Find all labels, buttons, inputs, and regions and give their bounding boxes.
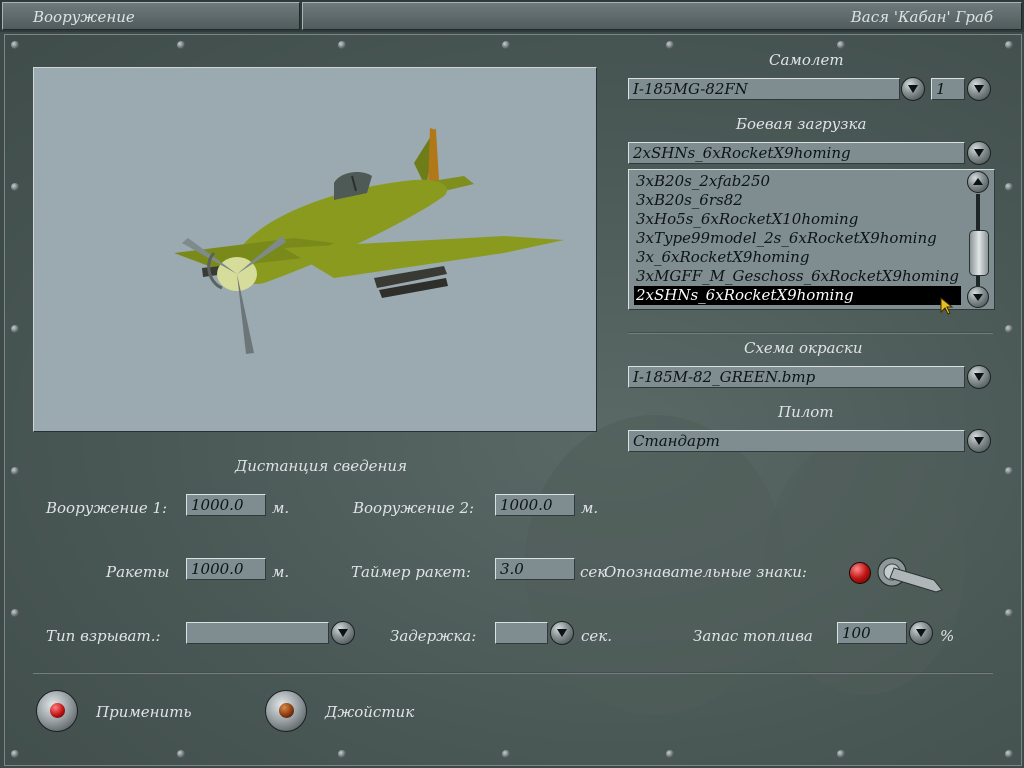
rivet-icon [1005, 41, 1013, 49]
aircraft-select[interactable]: I-185MG-82FN [628, 78, 900, 100]
amber-lamp-icon [279, 703, 294, 718]
apply-button[interactable] [36, 690, 78, 732]
title-bar: Вооружение Вася 'Кабан' Граб [0, 0, 1024, 32]
rivet-icon [1005, 750, 1013, 758]
loadout-select[interactable]: 2xSHNs_6xRocketX9homing [628, 142, 965, 164]
rockets-label: Ракеты [106, 563, 170, 581]
fuse-label: Тип взрыват.: [46, 627, 161, 645]
pilot-select[interactable]: Стандарт [628, 430, 965, 452]
aircraft-preview[interactable] [33, 67, 597, 432]
scroll-up-button[interactable] [967, 171, 989, 193]
window-title-tab: Вооружение [2, 2, 300, 30]
rivet-icon [837, 41, 845, 49]
weapon1-label: Вооружение 1: [46, 499, 168, 517]
loadout-dropdown-button[interactable] [967, 141, 991, 165]
aircraft-dropdown-button[interactable] [901, 77, 925, 101]
rockets-unit: м. [272, 563, 290, 581]
markings-indicator-lamp [849, 562, 871, 584]
pilot-label: Пилот [778, 403, 834, 421]
list-item[interactable]: 3xHo5s_6xRocketX10homing [634, 210, 961, 229]
rivet-icon [837, 750, 845, 758]
rivet-icon [177, 750, 185, 758]
aircraft-count-dropdown-button[interactable] [967, 77, 991, 101]
loadout-scrollbar[interactable] [967, 170, 991, 308]
window-title: Вооружение [33, 8, 135, 26]
scroll-thumb[interactable] [969, 230, 989, 276]
delay-dropdown-button[interactable] [550, 621, 574, 645]
rivet-icon [1005, 609, 1013, 617]
delay-label: Задержка: [390, 627, 477, 645]
loadout-label: Боевая загрузка [736, 115, 867, 133]
list-item-selected[interactable]: 2xSHNs_6xRocketX9homing [634, 286, 961, 305]
markings-label: Опознавательные знаки: [604, 563, 807, 581]
rivet-icon [1005, 467, 1013, 475]
weapon1-field[interactable]: 1000.0 [186, 494, 266, 516]
pilot-dropdown-button[interactable] [967, 429, 991, 453]
divider [628, 332, 993, 334]
skin-select[interactable]: I-185M-82_GREEN.bmp [628, 366, 965, 388]
weapon2-unit: м. [581, 499, 599, 517]
rivet-icon [1005, 325, 1013, 333]
rockets-field[interactable]: 1000.0 [186, 558, 266, 580]
weapon1-unit: м. [272, 499, 290, 517]
aircraft-image [174, 128, 564, 354]
apply-label[interactable]: Применить [96, 703, 192, 721]
list-item[interactable]: 3xType99model_2s_6xRocketX9homing [634, 229, 961, 248]
rivet-icon [11, 325, 19, 333]
rivet-icon [502, 750, 510, 758]
markings-toggle-switch[interactable] [876, 556, 948, 596]
rivet-icon [177, 41, 185, 49]
list-item[interactable]: 3xMGFF_M_Geschoss_6xRocketX9homing [634, 267, 961, 286]
joystick-button[interactable] [265, 690, 307, 732]
fuse-select[interactable] [186, 622, 329, 644]
weapon2-label: Вооружение 2: [353, 499, 475, 517]
rocket-timer-unit: сек [580, 563, 607, 581]
weapon2-field[interactable]: 1000.0 [495, 494, 575, 516]
aircraft-count-field[interactable]: 1 [931, 78, 965, 100]
rivet-icon [11, 183, 19, 191]
divider [33, 672, 993, 674]
rocket-timer-label: Таймер ракет: [351, 563, 471, 581]
loadout-list[interactable]: 3xB20s_2xfab250 3xB20s_6rs82 3xHo5s_6xRo… [628, 169, 995, 310]
fuel-unit: % [940, 627, 955, 645]
rivet-icon [11, 750, 19, 758]
list-item[interactable]: 3x_6xRocketX9homing [634, 248, 961, 267]
rivet-icon [338, 750, 346, 758]
rivet-icon [11, 609, 19, 617]
joystick-label[interactable]: Джойстик [325, 703, 414, 721]
rivet-icon [11, 467, 19, 475]
rivet-icon [502, 41, 510, 49]
scroll-down-button[interactable] [967, 286, 989, 308]
rivet-icon [11, 41, 19, 49]
convergence-heading: Дистанция сведения [235, 457, 407, 475]
delay-select[interactable] [495, 622, 548, 644]
rocket-timer-field[interactable]: 3.0 [495, 558, 575, 580]
fuse-dropdown-button[interactable] [331, 621, 355, 645]
rivet-icon [666, 41, 674, 49]
delay-unit: сек. [581, 627, 613, 645]
skin-label: Схема окраски [744, 339, 863, 357]
red-lamp-icon [50, 703, 65, 718]
list-item[interactable]: 3xB20s_6rs82 [634, 191, 961, 210]
mouse-cursor-icon [940, 297, 954, 315]
rivet-icon [338, 41, 346, 49]
fuel-label: Запас топлива [693, 627, 813, 645]
list-item[interactable]: 3xB20s_2xfab250 [634, 172, 961, 191]
user-name-tab: Вася 'Кабан' Граб [302, 2, 1022, 30]
user-name: Вася 'Кабан' Граб [850, 8, 993, 26]
fuel-dropdown-button[interactable] [909, 621, 933, 645]
skin-dropdown-button[interactable] [967, 365, 991, 389]
aircraft-label: Самолет [769, 51, 844, 69]
fuel-select[interactable]: 100 [837, 622, 907, 644]
rivet-icon [1005, 183, 1013, 191]
rivet-icon [666, 750, 674, 758]
